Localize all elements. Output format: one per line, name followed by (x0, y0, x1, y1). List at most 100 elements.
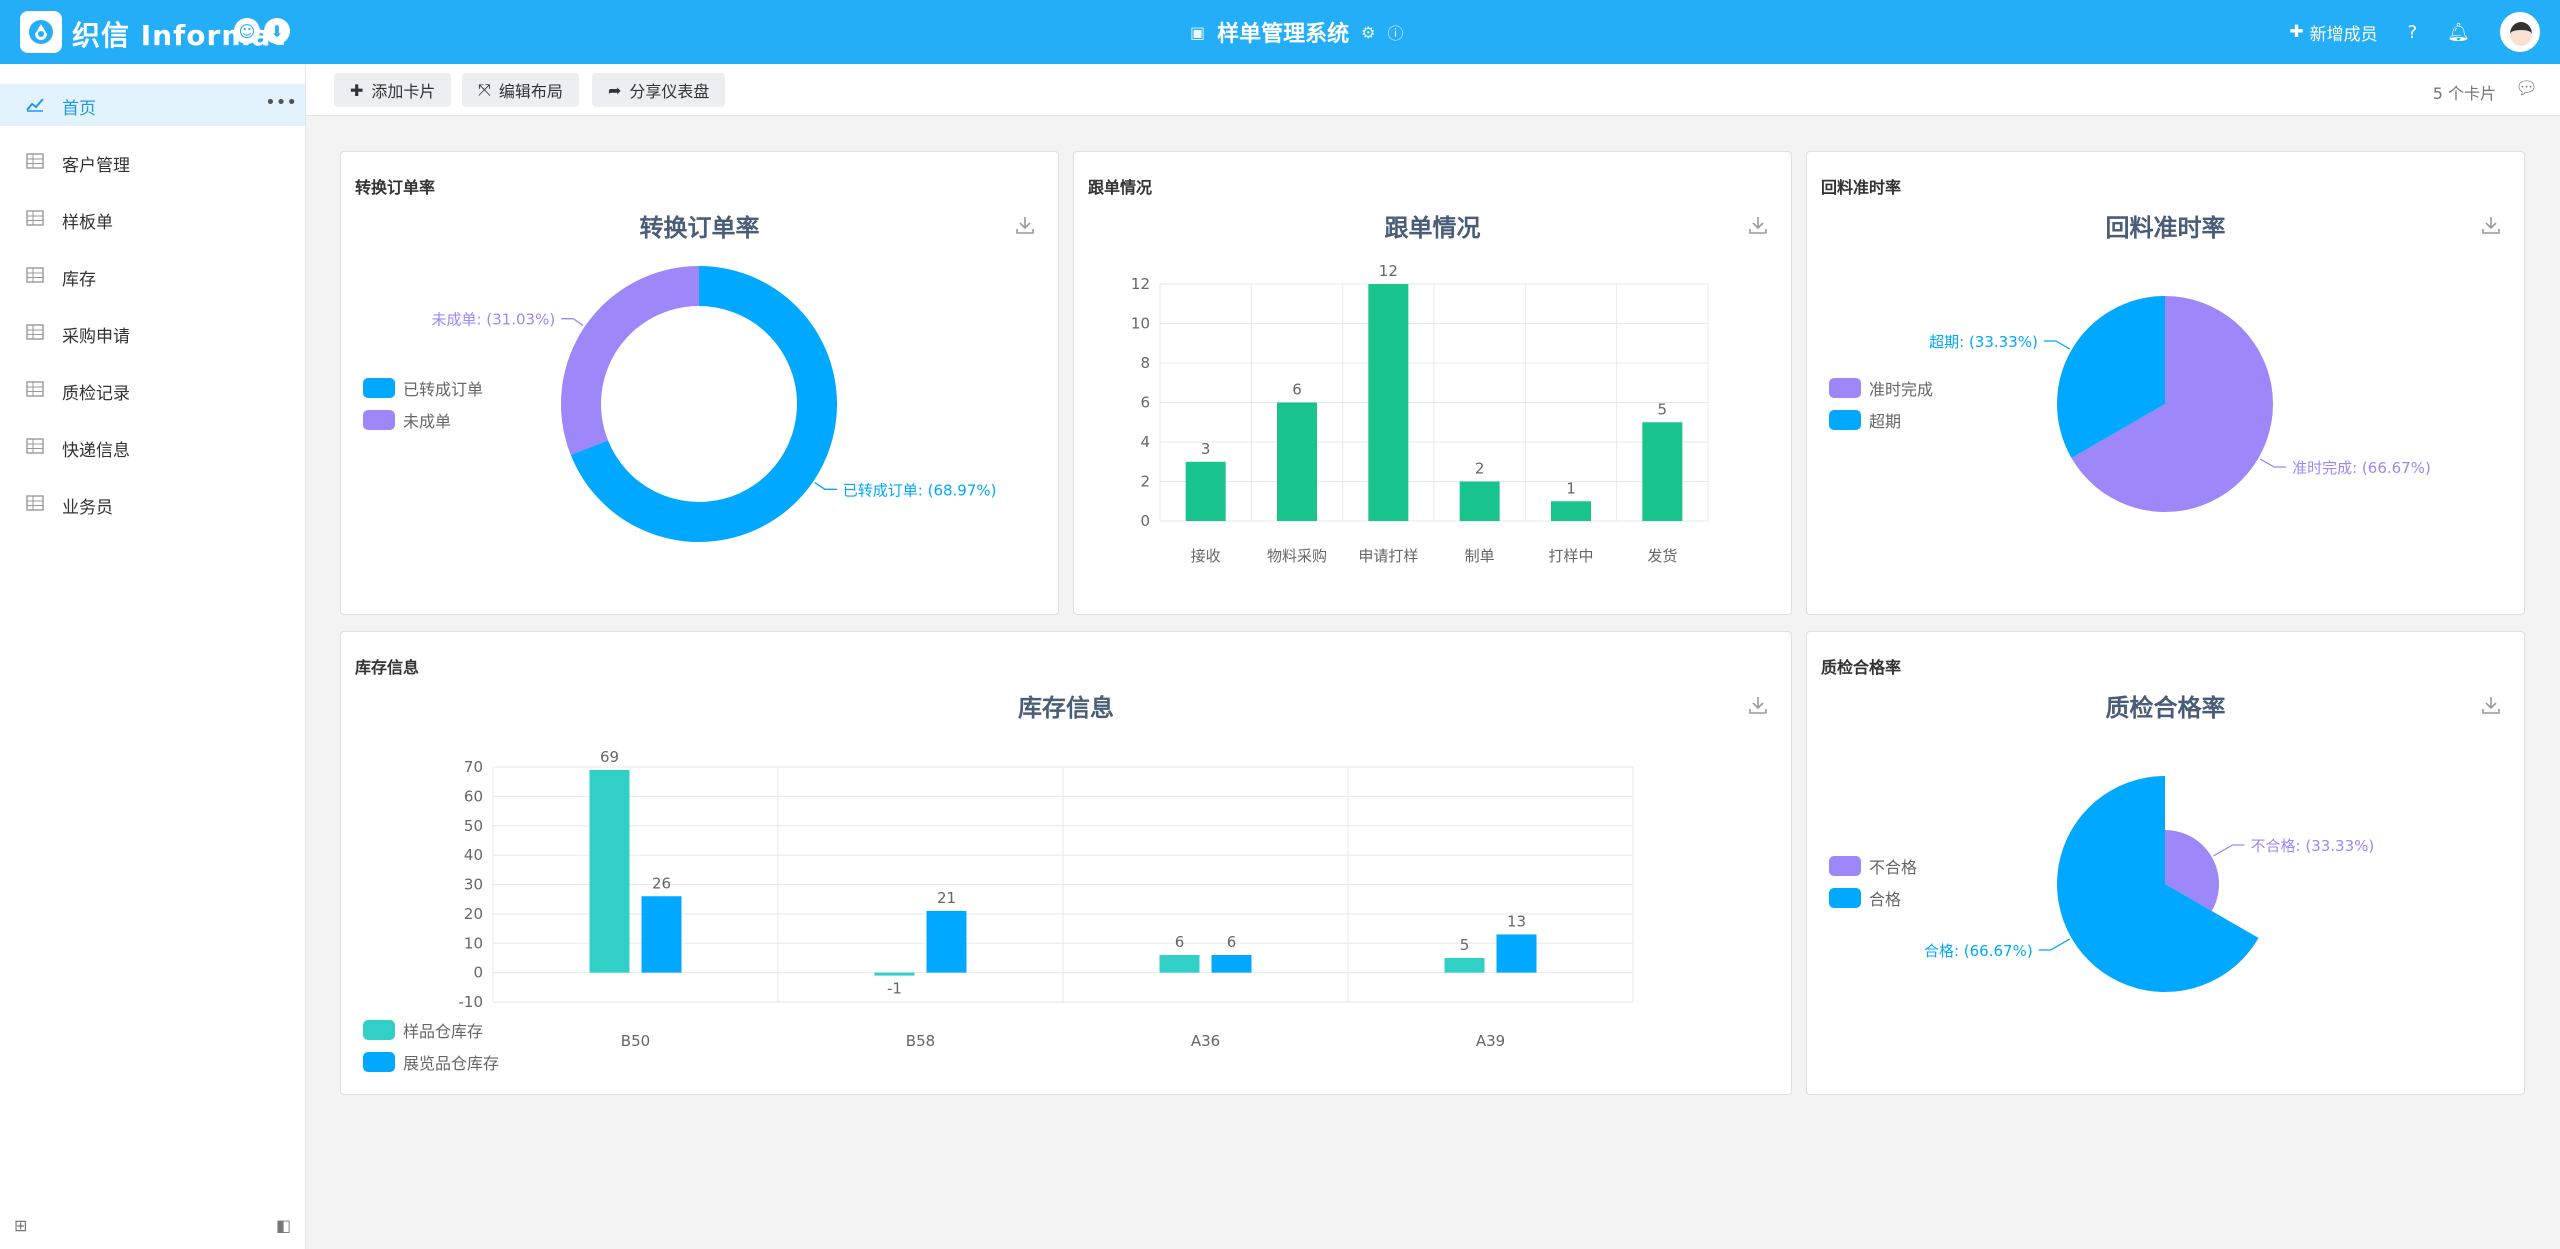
sidebar-item-quality[interactable]: 质检记录 (0, 369, 305, 411)
y-tick-label: 6 (1140, 394, 1150, 412)
followup-card: 跟单情况 跟单情况 0 2 4 6 8 10 12 接收 3 物料采购 6 申请打样 12 制单 2 打样中 1… (1073, 151, 1792, 615)
share-dashboard-button[interactable]: ➦ 分享仪表盘 (592, 73, 726, 107)
y-tick-label: 40 (464, 846, 483, 864)
sidebar-item-label: 快递信息 (62, 441, 130, 461)
brand-logo[interactable] (20, 11, 62, 53)
y-tick-label: 70 (464, 758, 483, 776)
quality-rate-card: 质检合格率 质检合格率 不合格 合格 不合格: (33.33%) 合格: (66.… (1806, 631, 2525, 1095)
sidebar-item-label: 客户管理 (62, 156, 130, 176)
x-tick-label: 物料采购 (1267, 547, 1327, 565)
bar-data-label: 2 (1475, 460, 1485, 478)
bar-chart: 0 2 4 6 8 10 12 接收 3 物料采购 6 申请打样 12 制单 2 打样中 1 发货 5 (1131, 262, 1709, 565)
ontime-rate-card: 回料准时率 回料准时率 准时完成 超期 准时完成: (66.67%) 超期: (3… (1806, 151, 2525, 615)
new-member-button[interactable]: ✚ 新增成员 (2289, 20, 2377, 45)
expand-icon: ⤧ (478, 80, 491, 99)
slice-label-line (2213, 844, 2245, 857)
donut-chart: 已转成订单: (68.97%) 未成单: (31.03%) (431, 266, 997, 542)
settings-gear-icon[interactable]: ⚙ (1361, 23, 1375, 42)
x-tick-label: B58 (906, 1032, 935, 1050)
inventory-card: 库存信息 库存信息 样品仓库存 展览品仓库存 -10 0 10 20 30 40 50 60 7… (340, 631, 1792, 1095)
app-title: 样单管理系统 (1217, 22, 1350, 47)
bar (1496, 934, 1537, 973)
slice-data-label: 超期: (33.33%) (1929, 333, 2038, 351)
bar (1444, 957, 1485, 973)
plus-icon: ✚ (2289, 22, 2304, 42)
new-member-label: 新增成员 (2309, 24, 2378, 45)
bar (641, 896, 682, 973)
logo-icon (29, 20, 53, 44)
sidebar-item-express[interactable]: 快递信息 (0, 426, 305, 468)
bar-data-label: 21 (937, 889, 956, 907)
top-bar: 织信 Informat ☺ ⬇ ▣ 样单管理系统 ⚙ ⓘ ✚ 新增成员 ? 🔔︎ (0, 0, 2560, 64)
slice-label-line (2043, 340, 2071, 350)
bar-data-label: 5 (1460, 936, 1470, 954)
sidebar-item-label: 样板单 (62, 213, 113, 233)
bar (589, 769, 630, 973)
x-tick-label: A39 (1476, 1032, 1505, 1050)
edit-layout-button[interactable]: ⤧ 编辑布局 (462, 73, 579, 107)
y-tick-label: 0 (1140, 512, 1150, 530)
slice-data-label: 未成单: (31.03%) (431, 311, 555, 329)
slice-label-line (2259, 458, 2287, 468)
sidebar-item-label: 采购申请 (62, 327, 130, 347)
avatar[interactable] (2500, 12, 2540, 52)
bar (1551, 501, 1591, 521)
table-icon (26, 267, 44, 283)
x-tick-label: 接收 (1191, 547, 1221, 565)
sidebar-item-customers[interactable]: 客户管理 (0, 141, 305, 183)
info-icon[interactable]: ⓘ (1387, 20, 1403, 44)
table-icon (26, 324, 44, 340)
bar (1211, 955, 1252, 973)
x-tick-label: 打样中 (1548, 547, 1593, 565)
y-tick-label: 60 (464, 787, 483, 805)
slice-data-label: 准时完成: (66.67%) (2292, 459, 2431, 477)
rose-chart: 不合格: (33.33%) 合格: (66.67%) (1924, 776, 2375, 992)
bar (1159, 955, 1200, 973)
pie-slice (561, 266, 699, 456)
bar-data-label: 12 (1379, 262, 1398, 280)
table-icon (26, 210, 44, 226)
y-tick-label: 0 (473, 964, 483, 982)
download-circle-icon[interactable]: ⬇ (264, 18, 290, 44)
bar-data-label: 69 (600, 748, 619, 766)
bar-data-label: 1 (1566, 479, 1576, 497)
bar-data-label: -1 (887, 980, 902, 998)
bar-data-label: 6 (1292, 381, 1302, 399)
conversion-rate-card: 转换订单率 转换订单率 已转成订单 未成单 已转成订单: (68.97%) 未成单… (340, 151, 1059, 615)
sidebar-item-home[interactable]: 首页 ••• (0, 84, 305, 126)
bell-icon[interactable]: 🔔︎ (2447, 22, 2470, 43)
sidebar-item-purchase[interactable]: 采购申请 (0, 312, 305, 354)
bar (1277, 402, 1317, 521)
help-icon[interactable]: ? (2408, 22, 2418, 43)
bar-data-label: 3 (1201, 440, 1211, 458)
x-tick-label: 制单 (1465, 547, 1495, 565)
comment-icon[interactable]: 💬︎ (2515, 78, 2538, 99)
y-tick-label: 12 (1131, 275, 1150, 293)
slice-label-line (561, 318, 584, 326)
add-card-label: 添加卡片 (371, 82, 436, 101)
table-icon (26, 438, 44, 454)
sidebar-item-samples[interactable]: 样板单 (0, 198, 305, 240)
bar-data-label: 6 (1175, 933, 1185, 951)
collapse-sidebar-icon[interactable]: ◧ (276, 1216, 291, 1235)
bar (1185, 461, 1226, 521)
share-icon: ➦ (608, 80, 622, 100)
more-icon[interactable]: ••• (265, 92, 297, 113)
pie-slice (2057, 776, 2259, 992)
x-tick-label: 发货 (1647, 547, 1677, 565)
slice-data-label: 不合格: (33.33%) (2251, 837, 2375, 855)
y-tick-label: 10 (1131, 315, 1150, 333)
bar-data-label: 5 (1658, 400, 1668, 418)
add-module-icon[interactable]: ⊞ (14, 1216, 27, 1235)
x-tick-label: A36 (1191, 1032, 1220, 1050)
sidebar-item-label: 业务员 (62, 498, 113, 518)
sidebar-item-inventory[interactable]: 库存 (0, 255, 305, 297)
y-tick-label: 20 (464, 905, 483, 923)
add-card-button[interactable]: ✚ 添加卡片 (334, 73, 452, 107)
y-tick-label: 2 (1140, 473, 1150, 491)
bar (1459, 481, 1500, 521)
sidebar-item-salesman[interactable]: 业务员 (0, 483, 305, 525)
app-calendar-icon: ▣ (1190, 22, 1206, 42)
user-face-icon[interactable]: ☺ (234, 18, 260, 44)
bar-data-label: 26 (652, 874, 671, 892)
